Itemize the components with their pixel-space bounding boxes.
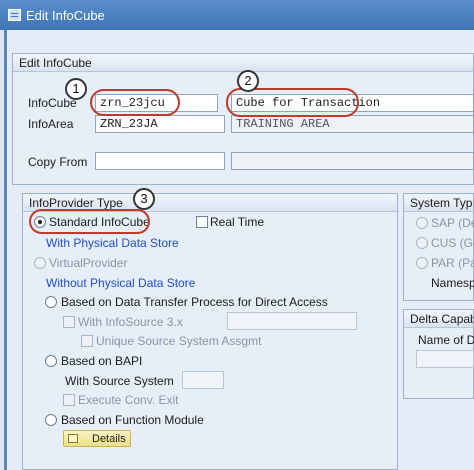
window-icon: [8, 9, 21, 21]
window-title: Edit InfoCube: [26, 8, 105, 23]
unique-source-checkbox[interactable]: [81, 335, 93, 347]
unique-source-label: Unique Source System Assgmt: [96, 334, 262, 348]
delta-name-label: Name of De: [418, 333, 474, 347]
dtp-direct-access-label[interactable]: Based on Data Transfer Process for Direc…: [61, 295, 328, 309]
copy-from-field[interactable]: [95, 152, 225, 170]
edit-infocube-group-title: Edit InfoCube: [13, 54, 473, 72]
callout-number-2: 2: [237, 70, 259, 92]
system-type-cus-label: CUS (Ge: [431, 236, 474, 250]
infoarea-label: InfoArea: [28, 117, 74, 131]
namespace-label: Namespa: [431, 276, 474, 290]
system-type-cus-radio[interactable]: [416, 237, 428, 249]
real-time-checkbox[interactable]: [196, 216, 208, 228]
copy-from-description-field: [231, 152, 474, 170]
details-icon: [68, 434, 78, 443]
system-type-sap-label: SAP (Dei: [431, 216, 474, 230]
callout-oval-2: [226, 88, 359, 117]
real-time-label[interactable]: Real Time: [210, 215, 264, 229]
virtual-provider-radio[interactable]: [34, 257, 46, 269]
based-on-bapi-label[interactable]: Based on BAPI: [61, 354, 142, 368]
infoarea-description-field: TRAINING AREA: [231, 115, 474, 133]
dtp-direct-access-radio[interactable]: [45, 296, 57, 308]
with-infosource-label: With InfoSource 3.x: [78, 315, 183, 329]
execute-conv-checkbox[interactable]: [63, 394, 75, 406]
system-type-par-label: PAR (Par: [431, 256, 474, 270]
details-button-label: Details: [92, 433, 126, 445]
callout-oval-3: [29, 209, 150, 234]
with-infosource-checkbox[interactable]: [63, 316, 75, 328]
delta-capabilities-group-title: Delta Capabili: [404, 310, 473, 328]
details-button[interactable]: Details: [63, 430, 131, 447]
without-physical-store-text: Without Physical Data Store: [46, 276, 196, 290]
system-type-group-title: System Type: [404, 194, 473, 212]
with-source-system-label: With Source System: [65, 374, 174, 388]
callout-oval-1: [90, 89, 180, 116]
infoarea-field[interactable]: ZRN_23JA: [95, 115, 225, 133]
system-type-sap-radio[interactable]: [416, 217, 428, 229]
virtual-provider-label: VirtualProvider: [49, 256, 128, 270]
system-type-par-radio[interactable]: [416, 257, 428, 269]
function-module-label[interactable]: Based on Function Module: [61, 413, 204, 427]
based-on-bapi-radio[interactable]: [45, 355, 57, 367]
copy-from-label: Copy From: [28, 155, 88, 169]
infosource-field[interactable]: [227, 312, 357, 330]
with-physical-store-text: With Physical Data Store: [46, 236, 179, 250]
callout-number-1: 1: [65, 78, 87, 100]
window-title-bar: Edit InfoCube: [0, 0, 474, 30]
delta-name-field[interactable]: [416, 350, 474, 368]
infoprovider-type-group: InfoProvider Type: [22, 193, 398, 470]
function-module-radio[interactable]: [45, 414, 57, 426]
callout-number-3: 3: [133, 188, 155, 210]
source-system-field[interactable]: [182, 371, 224, 389]
execute-conv-label: Execute Conv. Exit: [78, 393, 179, 407]
